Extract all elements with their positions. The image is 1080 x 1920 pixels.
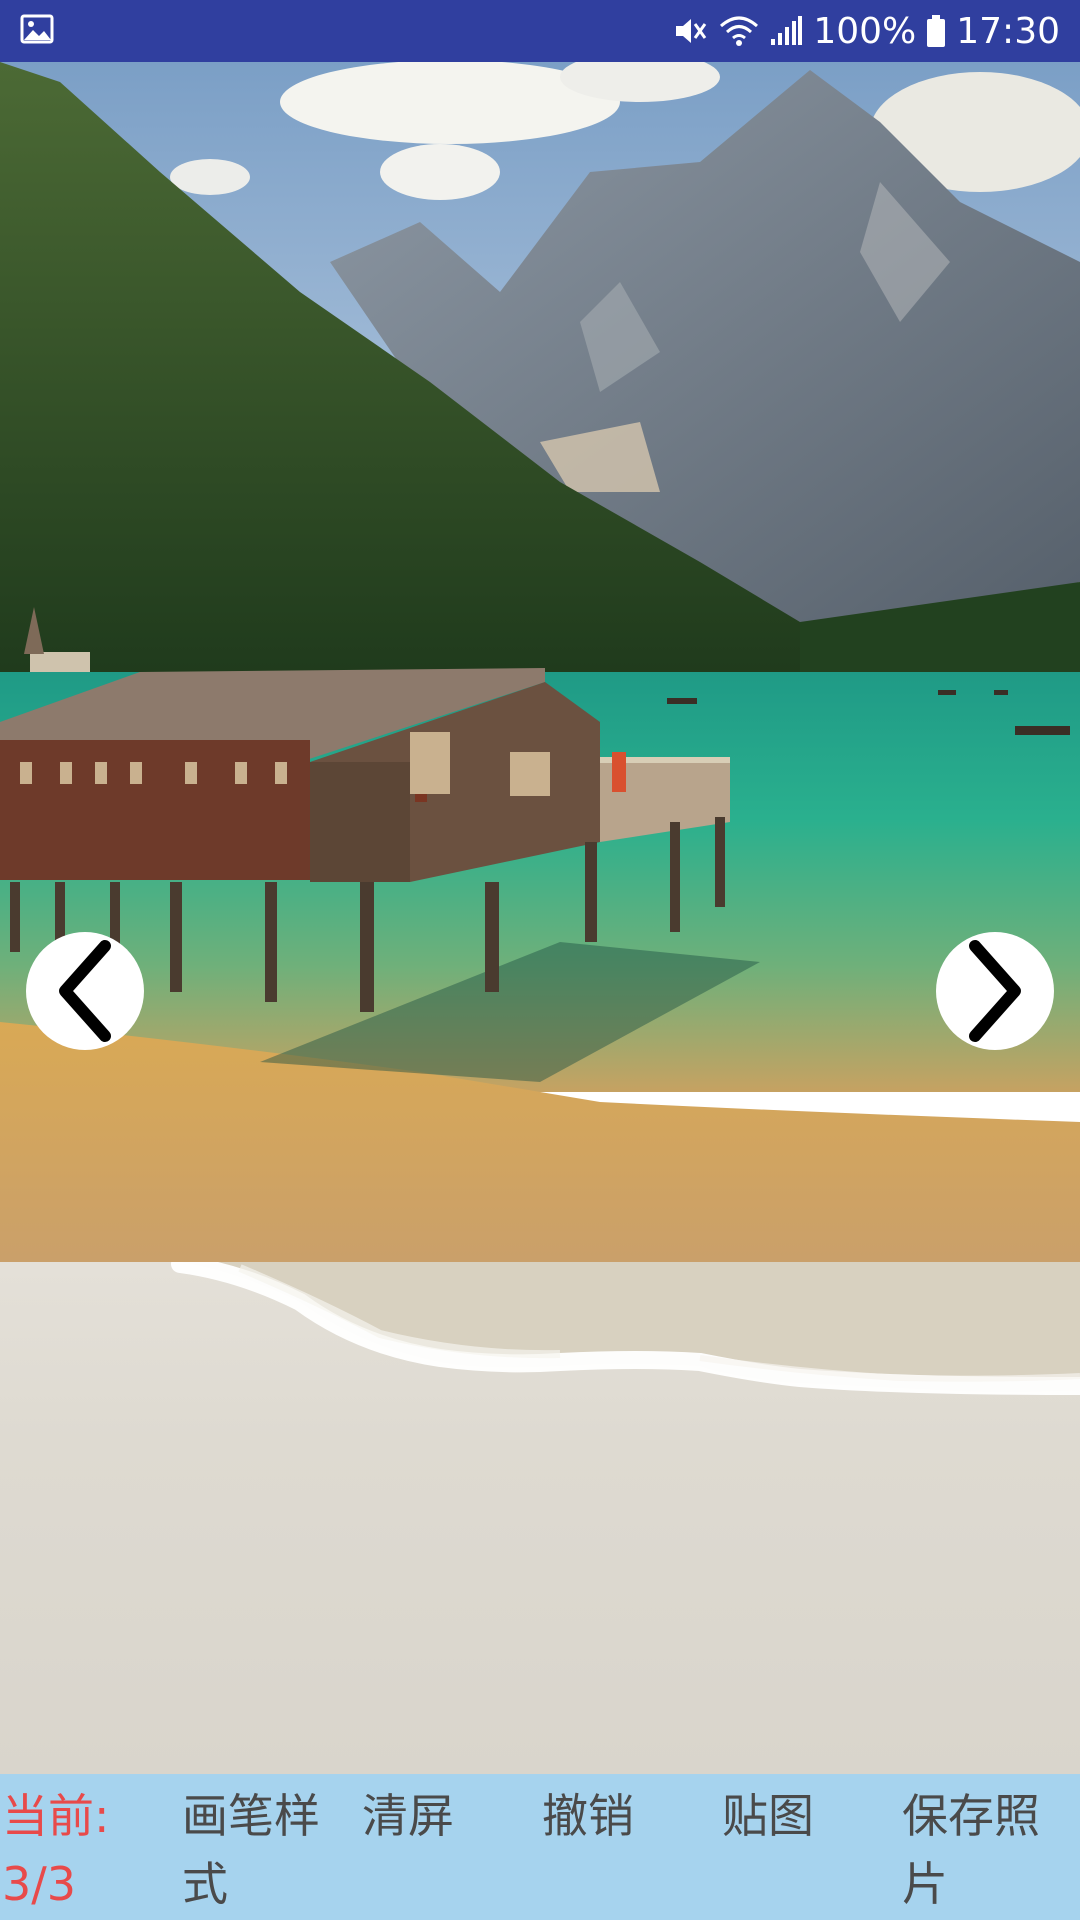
sticker-button[interactable]: 贴图 bbox=[720, 1774, 900, 1920]
next-button[interactable] bbox=[936, 932, 1054, 1050]
mute-icon bbox=[673, 14, 709, 48]
sand-background bbox=[171, 1262, 1080, 1395]
current-page-indicator: 当前: 3/3 bbox=[0, 1774, 180, 1920]
current-label: 当前: bbox=[2, 1789, 110, 1843]
drawing-canvas[interactable] bbox=[0, 1262, 1080, 1774]
battery-percentage: 100% bbox=[813, 10, 917, 52]
clear-screen-button[interactable]: 清屏 bbox=[360, 1774, 540, 1920]
gallery-icon bbox=[20, 14, 54, 48]
save-photo-button[interactable]: 保存照片 bbox=[900, 1774, 1080, 1920]
current-page-value: 3/3 bbox=[2, 1857, 77, 1911]
brush-style-button[interactable]: 画笔样式 bbox=[180, 1774, 360, 1920]
battery-icon bbox=[926, 14, 946, 48]
signal-icon bbox=[769, 15, 803, 47]
chevron-right-icon bbox=[960, 936, 1030, 1046]
status-bar: 100% 17:30 bbox=[0, 0, 1080, 62]
undo-button[interactable]: 撤销 bbox=[540, 1774, 720, 1920]
previous-button[interactable] bbox=[26, 932, 144, 1050]
photo-view[interactable] bbox=[0, 62, 1080, 1262]
landscape-photo bbox=[0, 62, 1080, 1262]
clock: 17:30 bbox=[956, 10, 1060, 52]
wifi-icon bbox=[719, 14, 759, 48]
bottom-toolbar: 当前: 3/3 画笔样式 清屏 撤销 贴图 保存照片 bbox=[0, 1774, 1080, 1920]
chevron-left-icon bbox=[50, 936, 120, 1046]
